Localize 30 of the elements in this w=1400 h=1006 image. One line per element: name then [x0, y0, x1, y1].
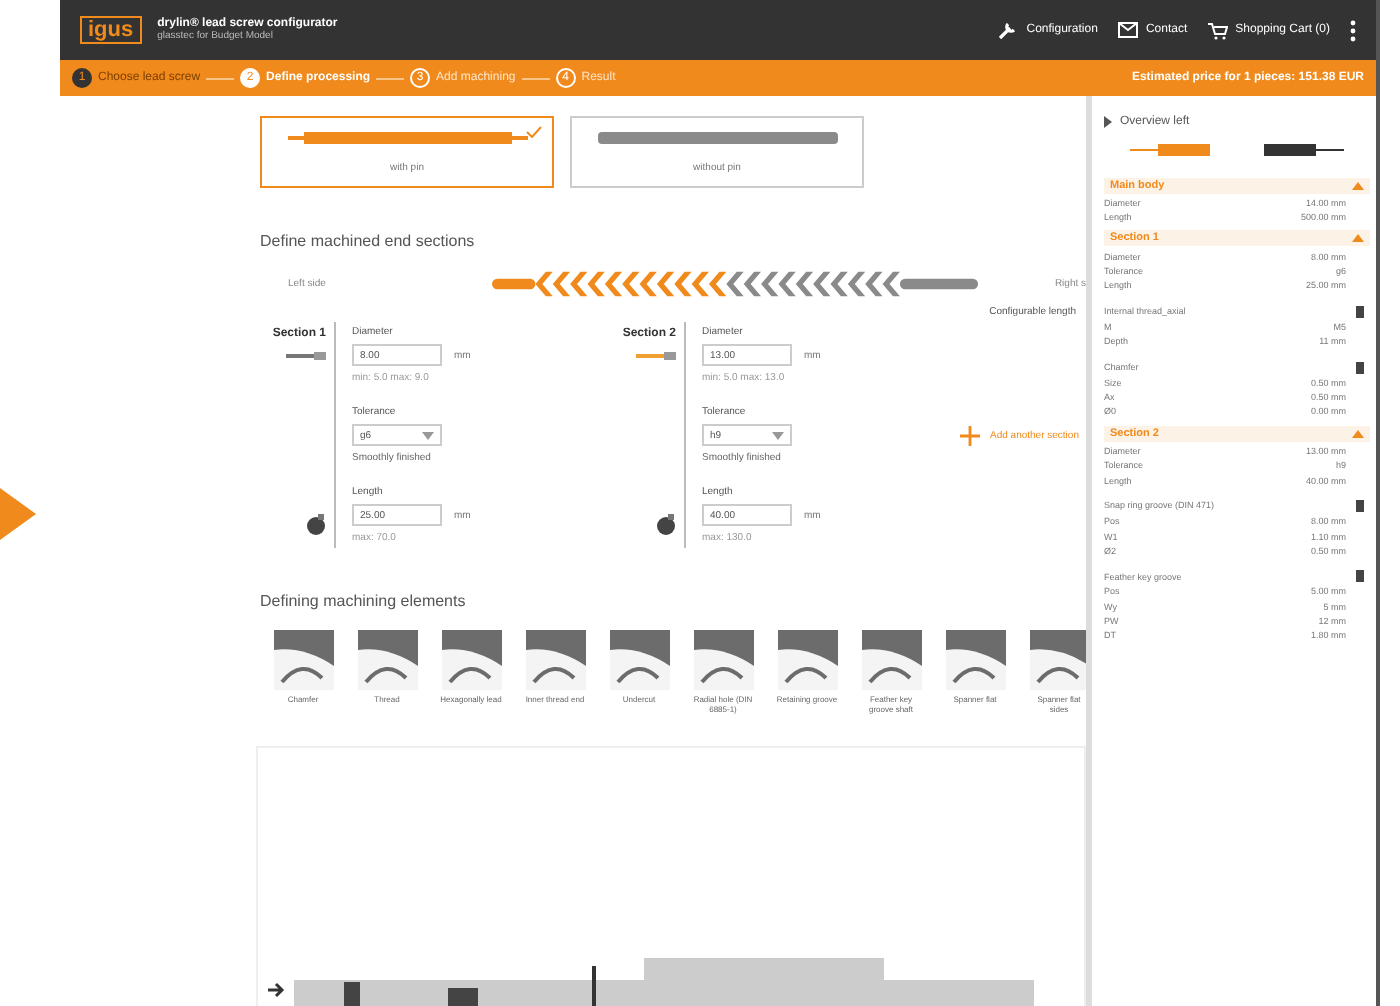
caret-icon [422, 431, 434, 439]
cart-icon [1207, 21, 1228, 39]
machining-icon [861, 630, 921, 690]
caret-icon [772, 431, 784, 439]
machining-icon [525, 630, 585, 690]
wrench-icon [998, 20, 1019, 40]
plus-icon [960, 425, 980, 445]
machining-icon [357, 630, 417, 690]
chevron-up-icon [1352, 429, 1364, 438]
chevron-up-icon [1352, 181, 1364, 190]
more-icon[interactable] [1350, 19, 1356, 41]
screw-drawing [1263, 144, 1344, 157]
section-pin-icon [636, 352, 676, 360]
mail-icon [1117, 22, 1138, 38]
machining-icon [693, 630, 753, 690]
machining-icon [1029, 630, 1086, 690]
machining-icon [945, 630, 1005, 690]
caret-icon[interactable] [1104, 116, 1112, 128]
section-pin-icon [286, 352, 326, 360]
check-icon [526, 126, 542, 138]
machining-icon [273, 630, 333, 690]
machining-icon [609, 630, 669, 690]
arrow-icon [0, 487, 36, 539]
section-heading: Defining machining elements [260, 592, 468, 610]
logo[interactable]: igus [80, 16, 142, 44]
screw-drawing [1130, 144, 1211, 157]
machining-icon [777, 630, 837, 690]
chevron-up-icon [1352, 234, 1364, 243]
section-heading: Define machined end sections [260, 232, 477, 250]
machining-icon [441, 630, 501, 690]
